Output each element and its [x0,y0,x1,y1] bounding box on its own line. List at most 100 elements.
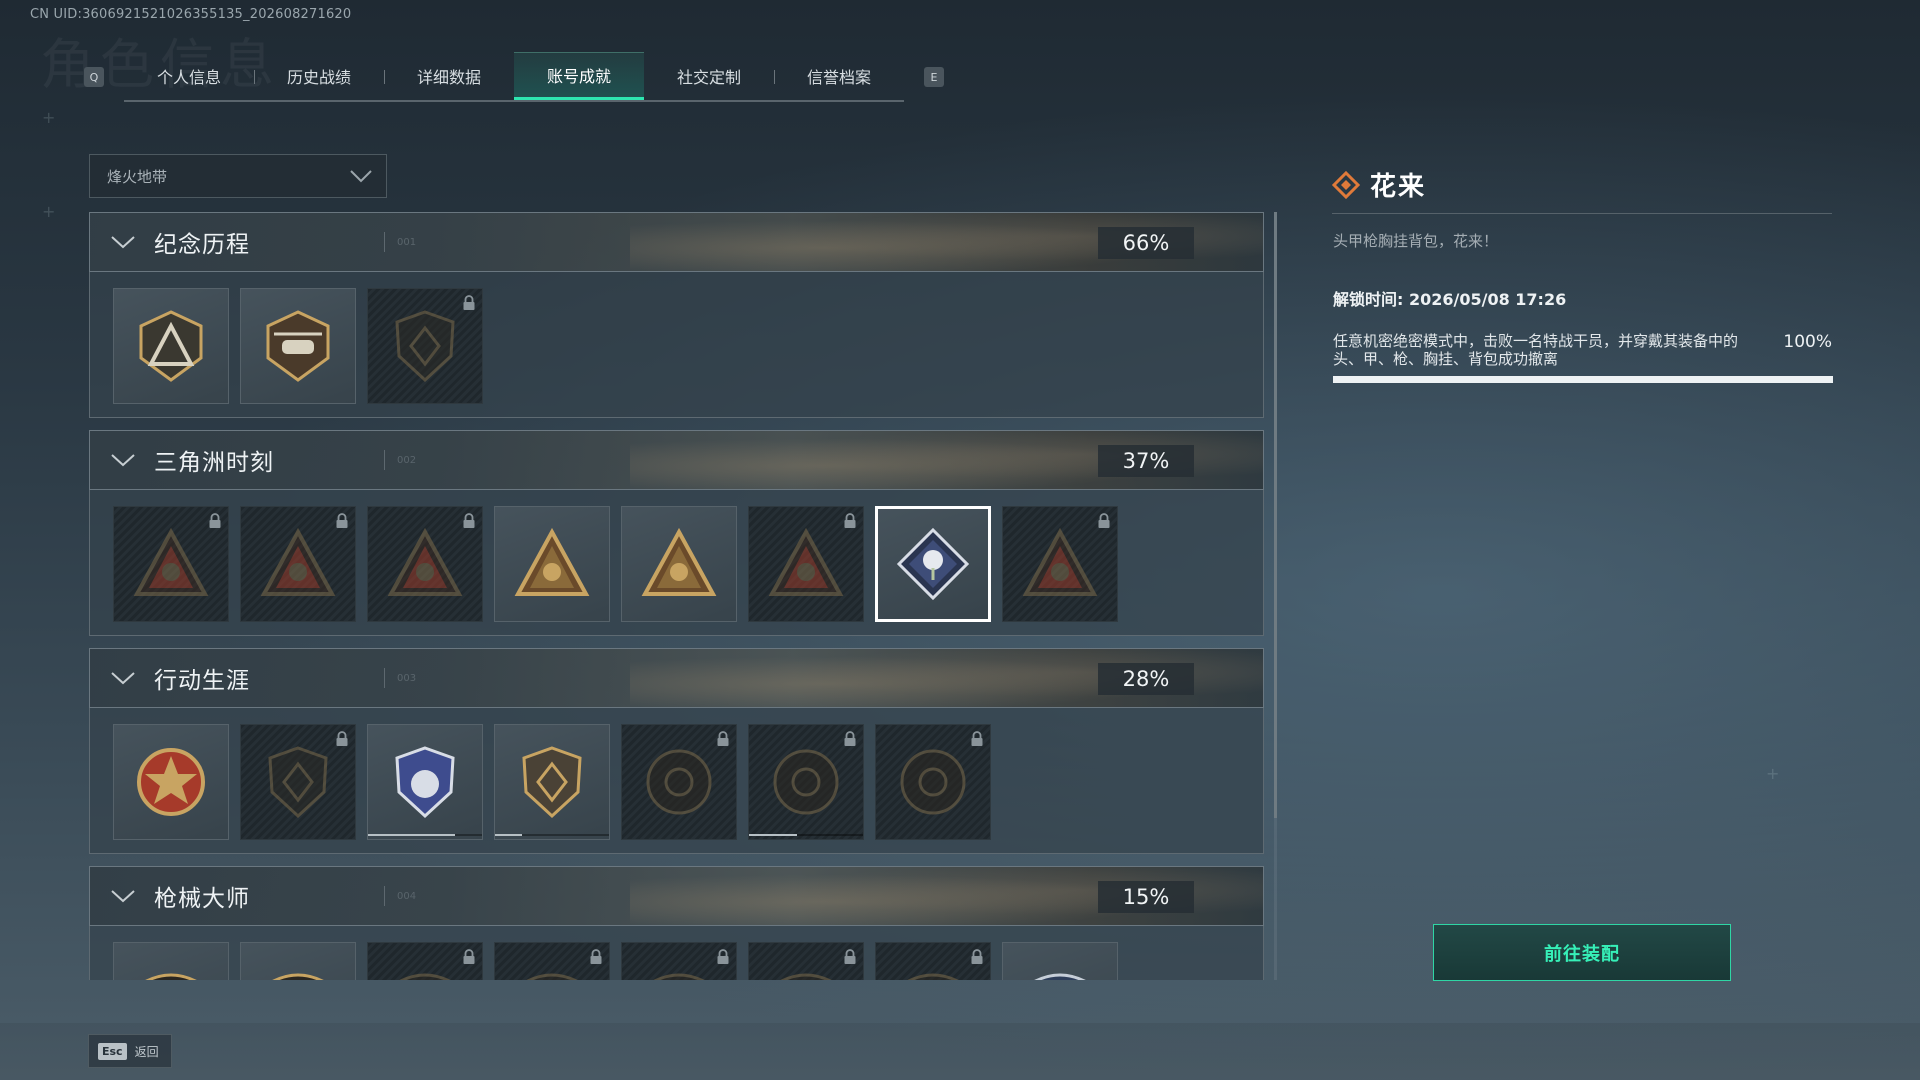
task-progress-bar [1333,376,1833,383]
category-badge-grid [89,272,1264,418]
tab-4[interactable]: 账号成就 [514,52,644,100]
category-percent: 66% [1098,227,1194,259]
achievement-badge[interactable] [113,288,229,404]
achievement-badge[interactable] [621,942,737,980]
tab-3[interactable]: 详细数据 [384,52,514,100]
lock-icon [1098,513,1110,528]
achievement-badge[interactable] [494,942,610,980]
category-percent: 37% [1098,445,1194,477]
achievement-description: 头甲枪胸挂背包，花来！ [1333,232,1499,250]
lock-icon [971,949,983,964]
mode-select-value: 烽火地带 [107,167,168,186]
triangle-beast-emblem-icon [641,527,717,596]
achievement-badge[interactable] [240,506,356,622]
category-title: 行动生涯 [154,668,250,694]
badge-progress-bar [749,834,863,836]
category-number: 001 [397,236,417,248]
achievement-badge[interactable] [367,724,483,840]
lock-icon [209,513,221,528]
achievement-badge[interactable] [113,724,229,840]
tab-2[interactable]: 历史战绩 [254,52,384,100]
back-label: 返回 [134,1044,159,1059]
category-header[interactable]: 三角洲时刻 002 37% [89,430,1264,490]
achievement-category: 纪念历程 001 66% [89,212,1264,418]
esc-key-icon: Esc [98,1042,127,1060]
category-percent: 15% [1098,881,1194,913]
achievement-badge[interactable] [875,724,991,840]
achievement-badge[interactable] [748,942,864,980]
lock-icon [463,949,475,964]
category-header[interactable]: 行动生涯 003 28% [89,648,1264,708]
achievement-badge[interactable] [240,724,356,840]
triangle-squad-emblem-icon [514,527,590,596]
go-equip-button[interactable]: 前往装配 [1433,924,1731,981]
category-title: 三角洲时刻 [154,450,274,476]
chevron-down-icon[interactable] [110,670,136,686]
badge-progress-fill [368,834,455,836]
achievement-badge[interactable] [240,942,356,980]
achievement-badge[interactable] [240,288,356,404]
achievement-badge[interactable] [621,506,737,622]
achievement-badge[interactable] [1002,942,1118,980]
chevron-down-icon[interactable] [110,452,136,468]
scrollbar-thumb[interactable] [1274,212,1277,818]
achievement-badge[interactable] [875,942,991,980]
category-divider [384,886,385,906]
category-header[interactable]: 纪念历程 001 66% [89,212,1264,272]
badge-progress-fill [749,834,797,836]
achievement-badge[interactable] [621,724,737,840]
task-progress-fill [1333,376,1833,383]
eye-emblem-icon [900,749,966,815]
category-badge-grid [89,708,1264,854]
chevron-down-icon[interactable] [110,888,136,904]
task-line-1: 任意机密绝密模式中，击败一名特战干员，并穿戴其装备中的 [1333,332,1739,350]
chevron-down-icon[interactable] [110,234,136,250]
achievement-badge[interactable] [748,506,864,622]
detail-header: 花来 [1332,166,1426,203]
crosshair-decoration: + [42,108,56,127]
lock-icon [844,949,856,964]
blue-gun-crest-emblem-icon [1034,973,1086,980]
tab-5[interactable]: 社交定制 [644,52,774,100]
tab-1[interactable]: 个人信息 [124,52,254,100]
achievement-badge[interactable] [494,506,610,622]
category-badge-grid [89,926,1264,980]
category-title: 纪念历程 [154,232,250,258]
shield-crest-emblem-icon [268,746,328,819]
achievement-badge[interactable] [367,288,483,404]
triangle-soldier-emblem-icon [260,527,336,596]
lock-icon [463,513,475,528]
next-tab-key-hint[interactable]: E [924,67,944,87]
category-header[interactable]: 枪械大师 004 15% [89,866,1264,926]
prev-tab-key-hint[interactable]: Q [84,67,104,87]
achievement-badge[interactable] [367,942,483,980]
tab-6[interactable]: 信誉档案 [774,52,904,100]
category-number: 004 [397,890,417,902]
gun-crest-emblem-icon [272,973,324,980]
achievement-badge[interactable] [875,506,991,622]
achievement-category: 行动生涯 003 28% [89,648,1264,854]
footer-bar [0,1023,1920,1080]
helicopter-emblem-icon [266,310,330,382]
task-percent: 100% [1783,332,1832,352]
achievement-badge[interactable] [367,506,483,622]
achievement-list[interactable]: 纪念历程 001 66% 三角洲时刻 002 37% 行动生涯 003 28% … [89,212,1264,980]
achievement-badge[interactable] [1002,506,1118,622]
achievement-badge[interactable] [494,724,610,840]
lock-icon [844,731,856,746]
achievement-badge[interactable] [113,942,229,980]
lock-icon [844,513,856,528]
tab-list: 个人信息 历史战绩 详细数据 账号成就 社交定制 信誉档案 [124,52,904,102]
gun-crest-emblem-icon [145,973,197,980]
mode-select[interactable]: 烽火地带 [89,154,387,198]
achievement-badge[interactable] [748,724,864,840]
scrollbar[interactable] [1274,212,1277,980]
gun-crest-emblem-icon [907,973,959,980]
lock-icon [590,949,602,964]
category-badge-grid [89,490,1264,636]
back-button[interactable]: Esc 返回 [88,1034,172,1068]
lock-icon [336,731,348,746]
achievement-badge[interactable] [113,506,229,622]
category-divider [384,232,385,252]
rose-diamond-emblem-icon [896,527,970,601]
